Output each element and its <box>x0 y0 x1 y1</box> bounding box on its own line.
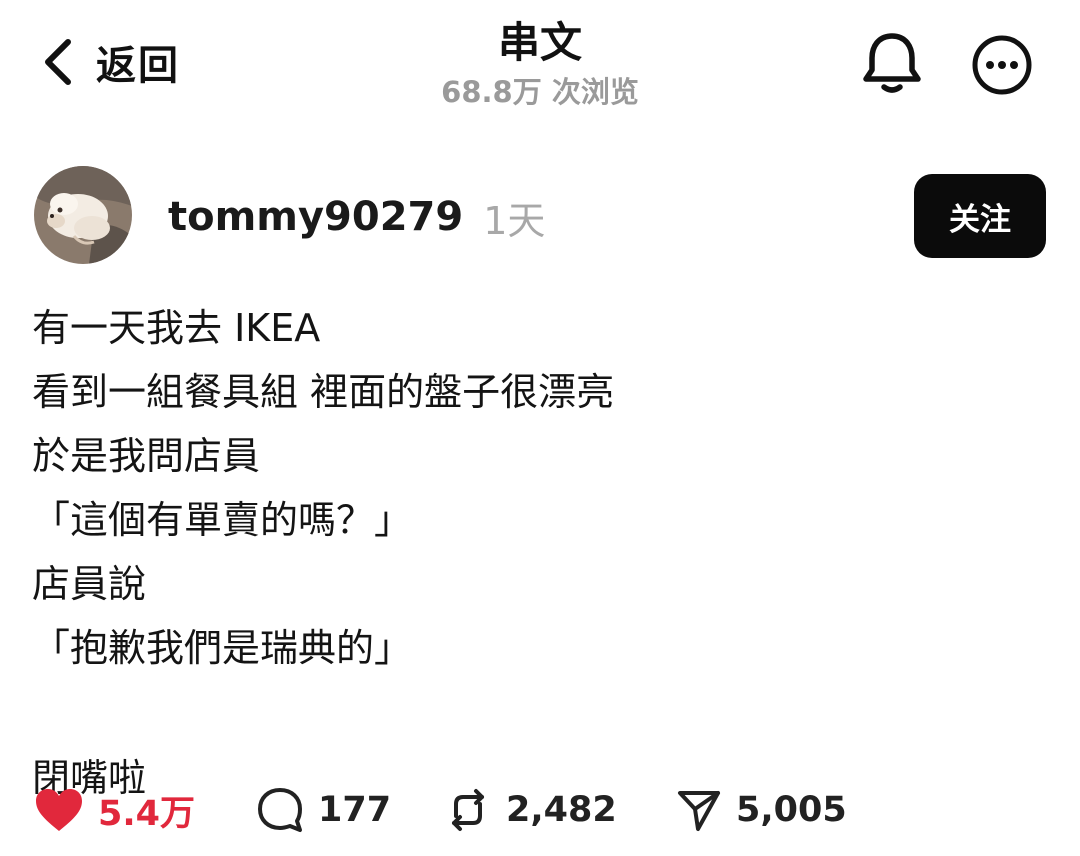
view-count: 68.8万 次浏览 <box>441 75 639 109</box>
post-text-line: 店員說 <box>32 562 147 606</box>
share-count: 5,005 <box>736 790 847 830</box>
back-label: 返回 <box>96 43 180 89</box>
post-text-line: 看到一組餐具組 裡面的盤子很漂亮 <box>32 370 615 414</box>
username[interactable]: tommy90279 <box>168 194 463 240</box>
repost-icon <box>444 786 492 834</box>
post-text-line: 於是我問店員 <box>32 434 261 478</box>
comment-button[interactable]: 177 <box>256 780 391 840</box>
top-bar: 返回 串文 68.8万 次浏览 <box>0 0 1080 130</box>
title-block: 串文 68.8万 次浏览 <box>340 18 740 112</box>
comment-icon <box>256 786 304 834</box>
action-bar: 5.4万 177 2,482 5,005 <box>0 780 1080 840</box>
like-count: 5.4万 <box>98 793 196 834</box>
post-body: 有一天我去 IKEA 看到一組餐具組 裡面的盤子很漂亮 於是我問店員 「這個有單… <box>32 296 1042 810</box>
like-button[interactable]: 5.4万 <box>34 780 195 840</box>
bell-icon <box>856 33 928 102</box>
repost-count: 2,482 <box>506 790 617 830</box>
more-options-button[interactable] <box>970 33 1034 97</box>
comment-count: 177 <box>318 790 392 830</box>
post-text-line: 「抱歉我們是瑞典的」 <box>32 626 413 670</box>
post-text-line: 「這個有單賣的嗎？」 <box>32 498 413 542</box>
more-icon <box>970 35 1034 101</box>
page-title: 串文 <box>497 18 582 67</box>
chevron-left-icon <box>40 37 74 87</box>
follow-button[interactable]: 关注 <box>914 174 1046 258</box>
send-icon <box>676 787 722 833</box>
post-text-line: 有一天我去 IKEA <box>32 306 321 350</box>
post-paragraph-gap <box>32 680 1042 746</box>
share-button[interactable]: 5,005 <box>676 780 847 840</box>
repost-button[interactable]: 2,482 <box>444 780 617 840</box>
back-button[interactable]: 返回 <box>40 34 180 90</box>
author-line: tommy90279 1天 <box>168 190 545 244</box>
heart-icon <box>34 787 84 833</box>
notification-button[interactable] <box>856 30 928 98</box>
post-time: 1天 <box>483 198 546 243</box>
avatar[interactable] <box>34 166 132 264</box>
